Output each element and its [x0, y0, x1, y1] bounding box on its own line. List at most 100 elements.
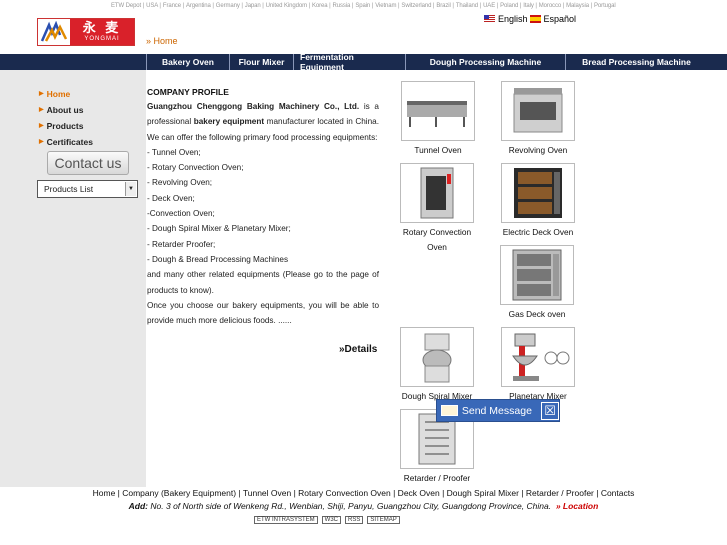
close-icon[interactable]: ☒	[541, 401, 559, 420]
lang-english-link[interactable]: English	[498, 14, 528, 24]
nav-bread-processing[interactable]: Bread Processing Machine	[565, 54, 707, 70]
right-margin	[593, 0, 727, 545]
planetary-mixer-image[interactable]	[501, 327, 575, 387]
footer-links[interactable]: Home | Company (Bakery Equipment) | Tunn…	[0, 488, 727, 498]
sidebar-item-certificates[interactable]: ▶ Certificates	[39, 134, 93, 150]
product-label[interactable]: Tunnel Oven	[400, 143, 476, 158]
badge-w3c[interactable]: W3C	[321, 516, 342, 524]
country-link[interactable]: Argentina |	[185, 3, 215, 9]
tunnel-oven-image[interactable]	[401, 81, 475, 141]
equipment-list-item: - Dough & Bread Processing Machines	[147, 254, 289, 264]
profile-intro: Guangzhou Chenggong Baking Machinery Co.…	[147, 99, 379, 145]
logo-english: YONGMAI	[84, 36, 120, 42]
logo-text: 永 麦 YONGMAI	[70, 19, 134, 45]
country-link[interactable]: Spain |	[354, 3, 374, 9]
equipment-list-item: - Tunnel Oven;	[147, 147, 201, 157]
product-label[interactable]: Revolving Oven	[500, 143, 576, 158]
location-link[interactable]: » Location	[556, 501, 599, 511]
country-link[interactable]: Korea |	[311, 3, 332, 9]
contact-us-button[interactable]: Contact us	[47, 151, 129, 175]
equipment-list-item: - Rotary Convection Oven;	[147, 163, 244, 173]
country-link[interactable]: Morocco |	[538, 3, 565, 9]
product-tunnel-oven[interactable]: Tunnel Oven	[400, 81, 476, 158]
product-label[interactable]: Gas Deck oven	[499, 307, 575, 322]
language-switcher: English Español	[484, 14, 576, 24]
equipment-list-item: - Deck Oven;	[147, 193, 195, 203]
country-link[interactable]: Switzerland |	[400, 3, 435, 9]
chevron-down-icon[interactable]: ▼	[125, 182, 136, 196]
logo-mark-icon	[38, 19, 70, 45]
product-revolving-oven[interactable]: Revolving Oven	[500, 81, 576, 158]
nav-flour-mixer[interactable]: Flour Mixer	[229, 54, 293, 70]
product-rotary-convection-oven[interactable]: Rotary Convection Oven	[399, 163, 475, 255]
country-link[interactable]: ETW Depot |	[110, 3, 145, 9]
equipment-list: - Tunnel Oven; - Rotary Convection Oven; -…	[147, 145, 379, 267]
send-message-widget[interactable]: Send Message ☒	[436, 399, 560, 422]
sidebar-item-home[interactable]: ▶ Home	[39, 86, 93, 102]
products-list-select[interactable]: Products List ▼	[37, 180, 138, 198]
country-link[interactable]: Poland |	[499, 3, 522, 9]
arrow-right-icon: ▶	[39, 139, 44, 145]
nav-dough-processing[interactable]: Dough Processing Machine	[405, 54, 565, 70]
equipment-list-item: - Retarder Proofer;	[147, 239, 216, 249]
address-label: Add:	[128, 501, 149, 511]
product-planetary-mixer[interactable]: Planetary Mixer	[500, 327, 576, 404]
address-text: No. 3 of North side of Wenkeng Rd., Wenb…	[150, 501, 552, 511]
company-profile: COMPANY PROFILE Guangzhou Chenggong Baki…	[147, 86, 379, 328]
country-link[interactable]: USA |	[145, 3, 162, 9]
country-link[interactable]: United Kingdom |	[265, 3, 311, 9]
country-links: ETW Depot | USA | France | Argentina | Germa…	[110, 3, 617, 9]
send-message-button[interactable]: Send Message	[462, 405, 541, 417]
product-dough-spiral-mixer[interactable]: Dough Spiral Mixer	[396, 327, 478, 404]
equipment-list-item: - Revolving Oven;	[147, 178, 213, 188]
profile-title: COMPANY PROFILE	[147, 87, 229, 97]
sidebar-menu: ▶ Home ▶ About us ▶ Products ▶ Certificates	[39, 86, 93, 150]
spiral-mixer-image[interactable]	[400, 327, 474, 387]
main-nav: Bakery Oven Flour Mixer Fermentation Equ…	[0, 52, 727, 72]
nav-bakery-oven[interactable]: Bakery Oven	[146, 54, 229, 70]
spain-flag-icon[interactable]	[529, 15, 541, 23]
sidebar-item-about[interactable]: ▶ About us	[39, 102, 93, 118]
badge-rss[interactable]: RSS	[345, 516, 364, 524]
details-link[interactable]: »Details	[339, 344, 377, 355]
country-link[interactable]: Brazil |	[435, 3, 454, 9]
equipment-list-item: -Convection Oven;	[147, 209, 215, 219]
country-link[interactable]: Russia |	[332, 3, 355, 9]
electric-deck-oven-image[interactable]	[501, 163, 575, 223]
arrow-right-icon: ▶	[39, 91, 44, 97]
country-link[interactable]: Vietnam |	[374, 3, 400, 9]
breadcrumb[interactable]: » Home	[146, 36, 178, 46]
country-link[interactable]: France |	[162, 3, 185, 9]
footer-address: Add: No. 3 of North side of Wenkeng Rd.,…	[0, 501, 727, 511]
sidebar-item-products[interactable]: ▶ Products	[39, 118, 93, 134]
bakery-equipment-link[interactable]: bakery equipment	[194, 117, 264, 126]
badge-intrasystem[interactable]: ETW INTRASYSTEM	[254, 516, 318, 524]
lang-spanish-link[interactable]: Español	[544, 14, 577, 24]
envelope-icon	[441, 405, 458, 416]
gas-deck-oven-image[interactable]	[500, 245, 574, 305]
outro-text-2: Once you choose our bakery equipments, y…	[147, 300, 379, 326]
footer-badges: ETW INTRASYSTEM W3C RSS SITEMAP	[254, 516, 400, 524]
country-link[interactable]: Malaysia |	[565, 3, 593, 9]
yongmai-logo[interactable]: 永 麦 YONGMAI	[37, 18, 135, 46]
country-link[interactable]: Germany |	[215, 3, 244, 9]
us-flag-icon[interactable]	[484, 15, 495, 23]
company-name: Guangzhou Chenggong Baking Machinery Co.…	[147, 102, 360, 111]
arrow-right-icon: ▶	[39, 107, 44, 113]
product-label[interactable]: Rotary Convection Oven	[399, 225, 475, 255]
product-gas-deck-oven[interactable]: Gas Deck oven	[499, 245, 575, 322]
badge-sitemap[interactable]: SITEMAP	[367, 516, 400, 524]
outro-text-1: and many other related equipments (Pleas…	[147, 270, 379, 295]
country-link[interactable]: Italy |	[522, 3, 538, 9]
country-link[interactable]: Thailand |	[455, 3, 482, 9]
product-electric-deck-oven[interactable]: Electric Deck Oven	[498, 163, 578, 240]
country-link[interactable]: UAE |	[482, 3, 499, 9]
product-label[interactable]: Electric Deck Oven	[498, 225, 578, 240]
product-label[interactable]: Retarder / Proofer	[399, 471, 475, 486]
nav-fermentation[interactable]: Fermentation Equipment	[293, 52, 405, 72]
rotary-oven-image[interactable]	[400, 163, 474, 223]
revolving-oven-image[interactable]	[501, 81, 575, 141]
country-link[interactable]: Portugal	[593, 3, 617, 9]
equipment-list-item: - Dough Spiral Mixer & Planetary Mixer;	[147, 224, 291, 234]
country-link[interactable]: Japan |	[244, 3, 265, 9]
